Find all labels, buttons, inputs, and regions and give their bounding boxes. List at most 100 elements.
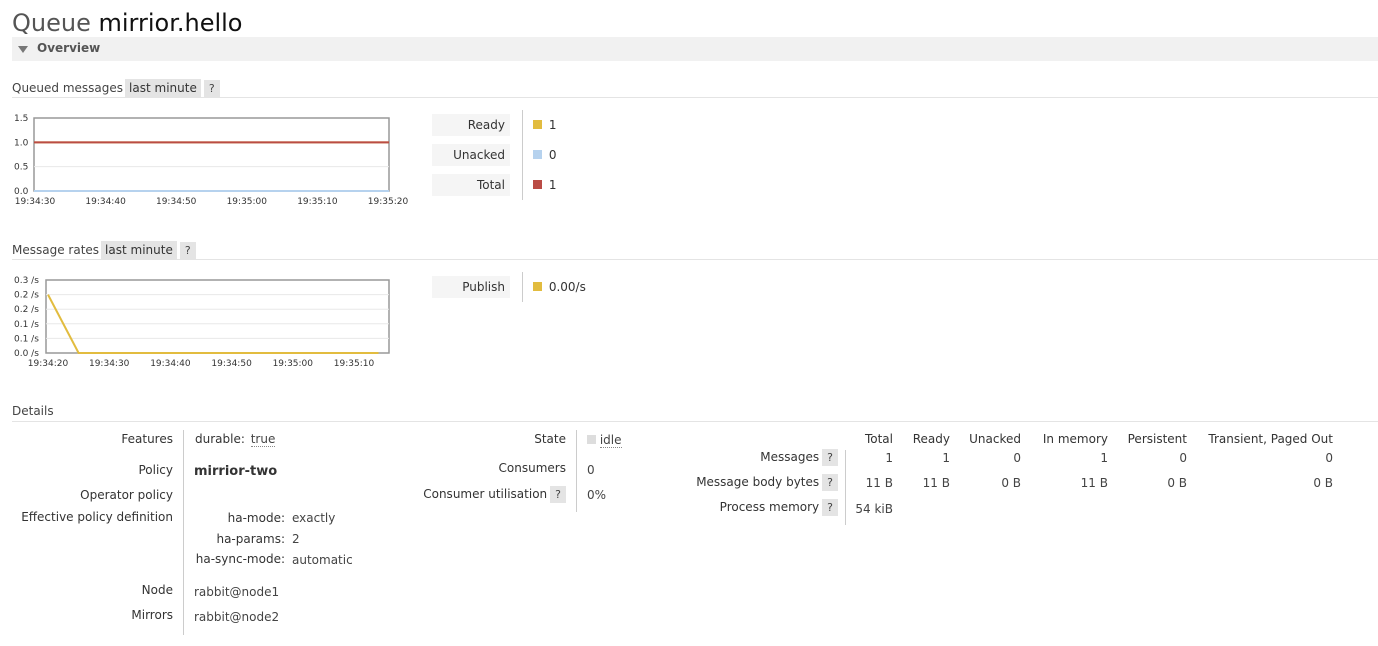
x-tick-label: 19:34:40 (150, 359, 191, 369)
divider (12, 97, 1378, 98)
stats-column-header: Unacked (969, 432, 1021, 446)
ready-value: 1 (548, 118, 557, 132)
stats-column-header: Ready (912, 432, 950, 446)
divider (12, 259, 1378, 260)
features-value: durable: true (195, 432, 276, 447)
y-tick-label: 0.1 /s (14, 334, 39, 344)
consumer-utilisation-help-button[interactable]: ? (550, 486, 566, 503)
stats-cell: 0 (1325, 451, 1333, 465)
stats-cell: 1 (942, 451, 950, 465)
legend-unacked-label: Unacked (432, 144, 510, 166)
queue-name: mirrior.hello (98, 9, 243, 37)
ha-params-key: ha-params: (216, 532, 285, 546)
x-tick-label: 19:35:00 (273, 359, 314, 369)
consumer-utilisation-text: Consumer utilisation (423, 487, 548, 501)
messages-help-button[interactable]: ? (822, 449, 838, 466)
rates-range-button[interactable]: last minute (101, 241, 177, 259)
message-rates-chart: 0.0 /s 0.1 /s 0.1 /s 0.2 /s 0.2 /s 0.3 /s 19:3… (14, 276, 390, 369)
legend-separator (522, 272, 523, 302)
unacked-swatch (533, 150, 542, 159)
state-label: State (534, 432, 566, 446)
stats-cell: 1 (1100, 451, 1108, 465)
title-prefix: Queue (12, 9, 91, 37)
state-text: idle (599, 433, 622, 448)
legend-publish-value: 0.00/s (533, 280, 586, 294)
message-body-bytes-row-label: Message body bytes? (696, 474, 838, 491)
overview-label: Overview (37, 41, 101, 55)
y-tick-label: 1.0 (14, 138, 29, 148)
ha-sync-mode-key: ha-sync-mode: (195, 552, 285, 566)
ha-sync-mode-value: automatic (292, 553, 353, 567)
legend-total-label: Total (432, 174, 510, 196)
y-tick-label: 0.0 /s (14, 349, 39, 359)
node-value: rabbit@node1 (194, 585, 280, 599)
queued-messages-header: Queued messages last minute? (12, 79, 220, 97)
message-body-bytes-help-button[interactable]: ? (822, 474, 838, 491)
x-tick-label: 19:34:30 (89, 359, 130, 369)
details-title: Details (12, 404, 54, 418)
process-memory-label-text: Process memory (719, 500, 820, 514)
collapse-triangle-icon (18, 46, 28, 53)
details-separator (183, 430, 184, 635)
y-tick-label: 0.0 (14, 187, 29, 197)
y-tick-label: 0.5 (14, 163, 28, 173)
x-tick-label: 19:34:40 (85, 197, 126, 207)
stats-column-header: Total (864, 432, 893, 446)
effective-policy-label: Effective policy definition (21, 510, 173, 524)
stats-cell: 54 kiB (855, 502, 893, 516)
idle-status-icon (587, 435, 596, 444)
messages-row-label: Messages? (760, 449, 838, 466)
queued-range-button[interactable]: last minute (125, 79, 201, 97)
stats-separator (845, 450, 846, 525)
x-tick-label: 19:35:10 (297, 197, 338, 207)
page-title: Queue mirrior.hello (12, 6, 242, 40)
stats-cell: 0 (1013, 451, 1021, 465)
y-tick-label: 0.3 /s (14, 276, 39, 286)
legend-ready-value: 1 (533, 118, 556, 132)
x-tick-label: 19:35:00 (227, 197, 268, 207)
x-tick-label: 19:34:30 (15, 197, 56, 207)
node-label: Node (141, 583, 173, 597)
policy-link[interactable]: mirrior-two (194, 464, 277, 479)
queued-messages-chart: 0.0 0.5 1.0 1.5 19:34:30 19:34:40 19:34:50 19:3… (14, 114, 408, 207)
durable-value: true (250, 432, 276, 447)
overview-section-toggle[interactable]: Overview (12, 37, 1378, 61)
durable-key: durable: (195, 432, 245, 446)
mirrors-value: rabbit@node2 (194, 610, 280, 624)
stats-cell: 0 B (1001, 476, 1021, 490)
unacked-value: 0 (548, 148, 557, 162)
process-memory-row-label: Process memory? (720, 499, 838, 516)
stats-column-header: In memory (1042, 432, 1108, 446)
x-tick-label: 19:34:20 (28, 359, 69, 369)
details-separator (576, 430, 577, 512)
operator-policy-label: Operator policy (80, 488, 173, 502)
y-tick-label: 1.5 (14, 114, 28, 124)
x-tick-label: 19:34:50 (211, 359, 252, 369)
x-tick-label: 19:34:50 (156, 197, 197, 207)
legend-separator (522, 110, 523, 200)
publish-value: 0.00/s (548, 280, 586, 294)
consumers-label: Consumers (498, 461, 566, 475)
ready-swatch (533, 120, 542, 129)
stats-cell: 0 B (1313, 476, 1333, 490)
y-tick-label: 0.2 /s (14, 305, 39, 315)
stats-cell: 1 (885, 451, 893, 465)
total-swatch (533, 180, 542, 189)
ha-mode-value: exactly (292, 511, 336, 525)
divider (12, 421, 1378, 422)
stats-cell: 0 B (1167, 476, 1187, 490)
message-body-bytes-label-text: Message body bytes (696, 475, 820, 489)
mirrors-label: Mirrors (131, 608, 173, 622)
message-rates-header: Message rates last minute? (12, 241, 196, 259)
queued-help-button[interactable]: ? (203, 80, 220, 97)
rates-help-button[interactable]: ? (179, 242, 196, 259)
total-value: 1 (548, 178, 557, 192)
process-memory-help-button[interactable]: ? (822, 499, 838, 516)
chart-frame (45, 279, 390, 354)
stats-cell: 0 (1179, 451, 1187, 465)
stats-cell: 11 B (865, 476, 893, 490)
legend-unacked-value: 0 (533, 148, 556, 162)
y-tick-label: 0.2 /s (14, 291, 39, 301)
messages-label-text: Messages (760, 450, 820, 464)
consumer-utilisation-label: Consumer utilisation? (423, 486, 566, 503)
